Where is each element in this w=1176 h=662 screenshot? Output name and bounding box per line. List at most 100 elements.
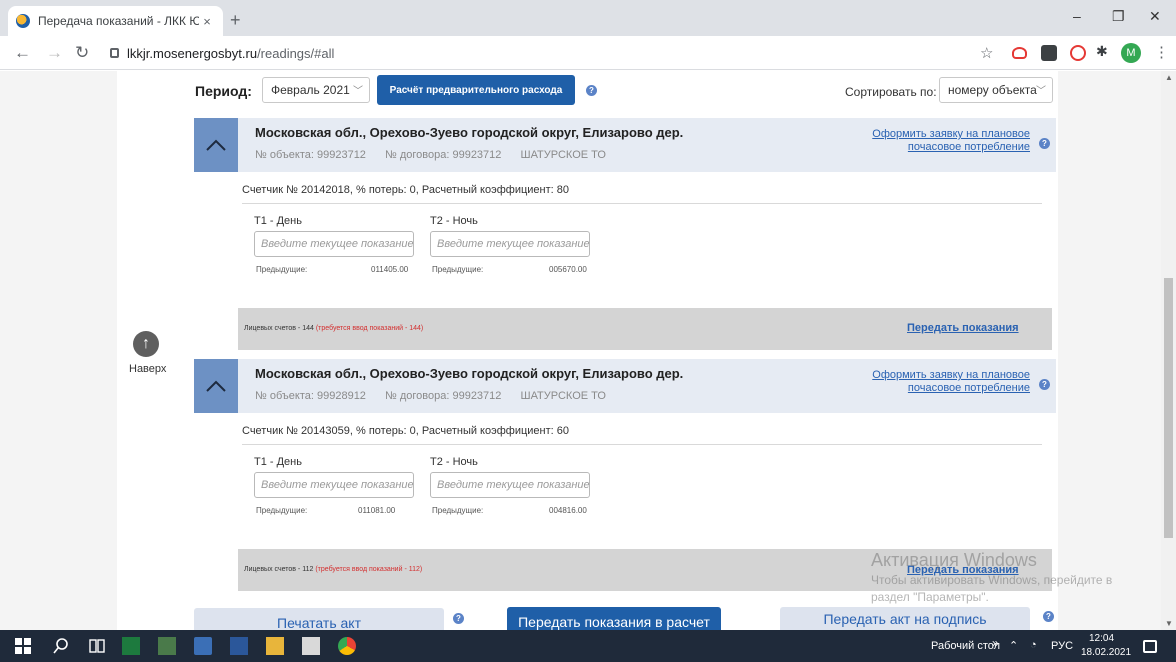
print-act-button[interactable]: Печатать акт xyxy=(194,608,444,630)
task-view-icon[interactable] xyxy=(88,637,106,655)
extension-mail-icon[interactable] xyxy=(1041,45,1057,61)
object-header: Московская обл., Орехово-Зуево городской… xyxy=(194,359,1056,413)
submit-readings-button[interactable]: Передать показания в расчет xyxy=(507,607,721,630)
scroll-up-arrow-icon[interactable]: ▲ xyxy=(1165,73,1173,82)
chevron-down-icon: ﹀ xyxy=(1036,86,1046,97)
plan-request-link[interactable]: Оформить заявку на плановое почасовое по… xyxy=(872,369,1030,395)
object-header: Московская обл., Орехово-Зуево городской… xyxy=(194,118,1056,172)
scroll-to-top-button[interactable]: ↑ xyxy=(133,331,159,357)
language-indicator[interactable]: РУС xyxy=(1051,640,1073,652)
t1-reading-input[interactable] xyxy=(254,231,414,257)
browser-menu-icon[interactable]: ⋮ xyxy=(1154,43,1169,61)
activation-watermark-title: Активация Windows xyxy=(871,550,1037,570)
windows-start-icon[interactable] xyxy=(14,637,32,655)
chevron-up-icon xyxy=(206,380,226,392)
t2-reading-input[interactable] xyxy=(430,472,590,498)
browser-toolbar: ← → ↻ lkkjr.mosenergosbyt.ru/readings/#a… xyxy=(0,36,1176,70)
forward-arrow-icon[interactable]: → xyxy=(46,43,63,63)
t2-prev-value: 004816.00 xyxy=(549,506,587,515)
url-path: /readings/#all xyxy=(257,45,335,61)
t2-label: Т2 - Ночь xyxy=(430,215,478,227)
plan-request-link[interactable]: Оформить заявку на плановое почасовое по… xyxy=(872,128,1030,154)
extension-record-icon[interactable] xyxy=(1070,45,1086,61)
calculator-icon[interactable] xyxy=(158,637,176,655)
browser-tab-bar: Передача показаний - ЛКК ЮЛ × + – ❐ ✕ xyxy=(0,0,1176,36)
address-bar[interactable]: lkkjr.mosenergosbyt.ru/readings/#all xyxy=(96,40,1076,66)
help-icon[interactable]: ? xyxy=(453,613,464,624)
collapse-button[interactable] xyxy=(194,359,238,413)
tab-close-icon[interactable]: × xyxy=(199,14,215,29)
object-number: № объекта: 99923712 xyxy=(255,149,366,161)
site-favicon-icon xyxy=(16,14,30,28)
object-address: Московская обл., Орехово-Зуево городской… xyxy=(255,125,684,140)
url-host: lkkjr.mosenergosbyt.ru xyxy=(127,45,258,61)
t1-reading-input[interactable] xyxy=(254,472,414,498)
help-icon[interactable]: ? xyxy=(586,85,597,96)
calc-preliminary-button[interactable]: Расчёт предварительного расхода xyxy=(377,75,575,105)
period-label: Период: xyxy=(195,83,252,99)
help-icon[interactable]: ? xyxy=(1039,138,1050,149)
t2-prev-value: 005670.00 xyxy=(549,265,587,274)
window-restore-button[interactable]: ❐ xyxy=(1112,8,1125,25)
back-arrow-icon[interactable]: ← xyxy=(14,43,31,63)
file-explorer-icon[interactable] xyxy=(266,637,284,655)
branch-name: ШАТУРСКОЕ ТО xyxy=(520,149,606,161)
plan-link-line2: почасовое потребление xyxy=(907,382,1030,394)
accounts-warning: (требуется ввод показаний - 112) xyxy=(315,566,423,573)
windows-taskbar: Рабочий стол » ⌃ ◔ РУС 12:04 18.02.2021 xyxy=(0,630,1176,662)
object-address: Московская обл., Орехово-Зуево городской… xyxy=(255,366,684,381)
profile-avatar[interactable]: M xyxy=(1121,43,1141,63)
extension-icon[interactable] xyxy=(1012,47,1027,59)
scrollbar-thumb[interactable] xyxy=(1164,278,1173,538)
collapse-button[interactable] xyxy=(194,118,238,172)
tray-expand-icon[interactable]: ⌃ xyxy=(1009,639,1018,652)
meter-info: Счетчик № 20143059, % потерь: 0, Расчетн… xyxy=(242,425,569,437)
meter-info: Счетчик № 20142018, % потерь: 0, Расчетн… xyxy=(242,184,569,196)
accounts-count: Лицевых счетов - 144 (требуется ввод пок… xyxy=(244,325,423,332)
notifications-icon[interactable] xyxy=(1143,640,1157,653)
accounts-count-text: Лицевых счетов - 144 xyxy=(244,325,314,332)
excel-icon[interactable] xyxy=(122,637,140,655)
bookmark-star-icon[interactable]: ☆ xyxy=(980,44,993,62)
t2-reading-input[interactable] xyxy=(430,231,590,257)
period-select[interactable]: Февраль 2021 ﹀ xyxy=(262,77,370,103)
contract-number: № договора: 99923712 xyxy=(385,390,502,402)
app-icon[interactable] xyxy=(194,637,212,655)
new-tab-button[interactable]: + xyxy=(230,10,241,31)
network-icon[interactable]: ◔ xyxy=(1030,639,1037,651)
scroll-to-top-label[interactable]: Наверх xyxy=(129,363,166,375)
send-readings-link[interactable]: Передать показания xyxy=(907,322,1019,334)
help-icon[interactable]: ? xyxy=(1043,611,1054,622)
activation-watermark-line: Чтобы активировать Windows, перейдите в xyxy=(871,573,1113,587)
page-viewport: Период: Февраль 2021 ﹀ Расчёт предварите… xyxy=(0,71,1176,630)
clock-time[interactable]: 12:04 xyxy=(1089,633,1114,644)
chevron-right-icon[interactable]: » xyxy=(992,636,999,650)
browser-tab[interactable]: Передача показаний - ЛКК ЮЛ × xyxy=(8,6,223,36)
window-minimize-button[interactable]: – xyxy=(1073,8,1081,24)
page-scrollbar[interactable]: ▲ ▼ xyxy=(1161,71,1176,630)
object-number: № объекта: 99928912 xyxy=(255,390,366,402)
t1-label: Т1 - День xyxy=(254,215,302,227)
store-icon[interactable] xyxy=(302,637,320,655)
lock-icon xyxy=(110,48,119,58)
word-icon[interactable] xyxy=(230,637,248,655)
accounts-warning: (требуется ввод показаний - 144) xyxy=(315,325,424,332)
window-close-button[interactable]: ✕ xyxy=(1149,8,1161,25)
chrome-icon[interactable] xyxy=(338,637,356,655)
scroll-down-arrow-icon[interactable]: ▼ xyxy=(1165,619,1173,628)
reload-icon[interactable]: ↻ xyxy=(75,43,89,63)
sort-label: Сортировать по: xyxy=(845,85,937,99)
accounts-count: Лицевых счетов - 112 (требуется ввод пок… xyxy=(244,566,422,573)
sort-select[interactable]: номеру объекта ﹀ xyxy=(939,77,1053,103)
t1-prev-value: 011081.00 xyxy=(358,506,396,515)
extensions-puzzle-icon[interactable]: ✱ xyxy=(1096,43,1108,60)
activation-watermark-line: раздел "Параметры". xyxy=(871,590,989,604)
sign-act-button[interactable]: Передать акт на подпись xyxy=(780,607,1030,630)
period-select-value: Февраль 2021 xyxy=(271,83,350,97)
help-icon[interactable]: ? xyxy=(1039,379,1050,390)
desktop-label[interactable]: Рабочий стол xyxy=(931,640,1000,652)
search-icon[interactable] xyxy=(52,637,70,655)
tab-title: Передача показаний - ЛКК ЮЛ xyxy=(38,14,199,28)
object-meta: № объекта: 99923712 № договора: 99923712… xyxy=(255,149,622,161)
clock-date[interactable]: 18.02.2021 xyxy=(1081,647,1131,658)
